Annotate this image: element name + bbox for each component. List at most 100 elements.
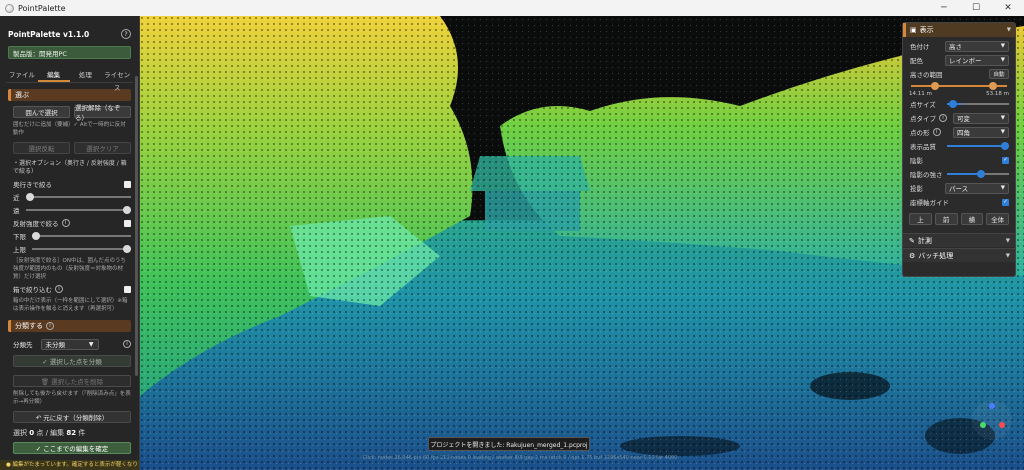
axis-x-icon [999,422,1005,428]
delete-note: 削除しても後から戻せます（「削除済み点」を表示→再分類） [13,391,131,405]
axis-gizmo[interactable] [972,400,1012,440]
reflect-filter-checkbox[interactable] [124,219,131,227]
pending-edits-warning: ● 編集がたまっています。確定すると表示が軽くなります [0,460,139,470]
reflect-note: ［反射強度で絞る］ON中は、囲んだ点のうち強度が範囲内のもの（反射強度＝対象物の… [13,258,126,280]
axis-y-icon [980,422,986,428]
maximize-button[interactable]: ☐ [960,0,992,16]
delete-points-button[interactable]: 🗑 選択した点を削除 [13,375,131,387]
point-shape-label: 点の形 [910,129,930,137]
near-slider[interactable] [25,192,131,202]
display-title: 表示 [919,26,934,34]
range-max-handle[interactable] [989,82,997,90]
lower-slider[interactable] [32,231,131,241]
point-shape-select[interactable]: 四角 ▼ [953,126,1009,138]
collapse-icon: ▼ [1005,252,1010,259]
color-scheme-select[interactable]: レインボー ▼ [945,54,1009,66]
info-icon[interactable]: i [55,285,63,293]
clear-selection-button[interactable]: 選択クリア [74,142,131,154]
projection-label: 投影 [910,185,923,193]
title-bar: PointPalette ─ ☐ ✕ [0,0,1024,16]
quality-slider[interactable] [947,141,1009,151]
point-type-select[interactable]: 可変 ▼ [953,112,1009,124]
height-range-slider[interactable] [911,81,1007,91]
classify-section-label: 分類する [15,322,43,330]
view-top-button[interactable]: 上 [909,213,932,225]
project-opened-toast: プロジェクトを開きました: Rakujuen_merged_1.pcproj [428,437,590,451]
info-icon[interactable]: i [61,219,70,227]
confirm-edits-button[interactable]: ✓ ここまでの編集を確定 [13,442,131,454]
upper-slider[interactable] [32,244,131,254]
auto-range-button[interactable]: 自動 [989,69,1009,79]
minimize-button[interactable]: ─ [928,0,960,16]
collapse-icon: ▼ [1006,27,1011,33]
selection-options-title[interactable]: ・選択オプション（奥行き / 反射強度 / 箱で絞る） [13,160,131,176]
status-prefix: 選択 [13,429,27,437]
point-cloud-viewport[interactable] [140,16,1024,470]
shadow-checkbox[interactable]: ✓ [1002,156,1009,164]
far-label: 遠 [13,207,20,215]
info-icon[interactable]: i [123,340,131,348]
classify-section-header[interactable]: 分類する i [8,320,131,332]
window-title: PointPalette [18,3,66,13]
color-scheme-value: レインボー [949,57,982,65]
view-side-button[interactable]: 横 [960,213,984,225]
tab-bar: ファイル 編集 処理 ライセンス [6,69,133,92]
projection-select[interactable]: パース ▼ [945,182,1009,194]
tab-edit[interactable]: 編集 [37,69,70,82]
deselect-button[interactable]: 選択解除（なぞる） [74,104,131,122]
close-button[interactable]: ✕ [992,0,1024,16]
height-range-label: 高さの範囲 [910,71,943,79]
batch-section-header[interactable]: ⚙ バッチ処理 ▼ [903,248,1015,262]
apply-classification-button[interactable]: ✓ 選択した点を分類 [13,355,131,367]
axis-guide-checkbox[interactable]: ✓ [1002,198,1009,206]
classify-target-label: 分類先 [13,341,33,349]
invert-selection-button[interactable]: 選択反転 [13,142,70,154]
tab-file[interactable]: ファイル [6,69,38,82]
point-type-value: 可変 [957,115,970,123]
point-type-label: 点タイプ [910,115,936,123]
classify-target-value: 未分類 [45,341,66,349]
far-slider[interactable] [25,205,131,215]
window-controls: ─ ☐ ✕ [928,0,1024,16]
app-icon [5,3,14,13]
status-mid: 点 / 編集 [36,429,65,437]
panel-header: PointPalette v1.1.0 ? [0,26,139,42]
range-min-handle[interactable] [931,82,939,90]
axis-guide-label: 座標軸ガイド [910,199,949,207]
help-icon[interactable]: ? [121,29,131,39]
depth-filter-label: 奥行きで絞る [13,181,52,189]
info-icon[interactable]: i [932,128,941,136]
box-filter-label: 箱で絞り込む [13,286,52,294]
box-note: 箱の中だけ表示（一枠を範囲にして選択）※箱は表示操作を触ると消えます（再選択可） [13,298,128,312]
selected-count: 0 [29,429,35,437]
tab-process[interactable]: 処理 [70,69,102,82]
chevron-down-icon: ▼ [88,340,94,348]
edition-badge: 製品版：開発用PC [8,46,131,59]
classify-target-select[interactable]: 未分類 ▼ [40,338,99,350]
upper-label: 上限 [13,246,26,254]
view-fit-button[interactable]: 全体 [986,213,1009,225]
view-front-button[interactable]: 前 [934,213,958,225]
lasso-select-button[interactable]: 囲んで選択 [13,106,70,118]
undo-button[interactable]: ↶ 元に戻す（分類削除） [13,411,131,423]
select-section-header[interactable]: 選ぶ [8,89,131,101]
display-section-header[interactable]: ▣ 表示 ▼ [903,23,1015,37]
chevron-down-icon: ▼ [1000,129,1005,135]
scheme-label: 配色 [910,57,923,65]
axis-z-icon [989,403,995,409]
box-filter-checkbox[interactable] [124,285,131,293]
tab-license[interactable]: ライセンス [101,69,133,92]
performance-overlay: Click: nodes 26,046 pts 60 fps 213 nodes… [362,455,678,461]
info-icon[interactable]: i [46,322,54,330]
point-size-slider[interactable] [947,99,1009,109]
shadow-strength-slider[interactable] [947,169,1009,179]
depth-filter-checkbox[interactable] [124,180,131,188]
status-suffix: 件 [78,429,86,437]
selection-status: 選択 0 点 / 編集 82 件 [13,428,131,438]
left-panel-scrollbar[interactable] [135,76,138,376]
lower-label: 下限 [13,233,26,241]
left-panel: PointPalette v1.1.0 ? 製品版：開発用PC ファイル 編集 … [0,16,140,470]
info-icon[interactable]: i [939,114,947,122]
color-by-select[interactable]: 高さ ▼ [945,40,1009,52]
measure-section-header[interactable]: ✎ 計測 ▼ [903,233,1015,247]
